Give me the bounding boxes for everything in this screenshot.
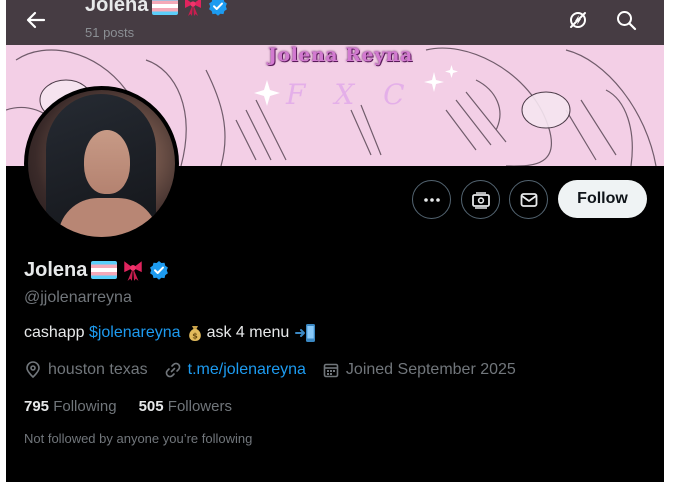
followers-count: 505: [138, 398, 164, 415]
profile-handle: @jjolenarreyna: [24, 289, 132, 306]
search-button[interactable]: [610, 4, 642, 36]
joined-text: Joined September 2025: [345, 361, 516, 378]
following-count: 795: [24, 398, 50, 415]
website-link[interactable]: t.me/jolenareyna: [188, 361, 306, 379]
bio-text-prefix: cashapp: [24, 324, 89, 341]
avatar[interactable]: [24, 86, 179, 241]
trans-flag-icon: [91, 261, 118, 279]
ribbon-icon: [124, 261, 143, 281]
follow-counts: 795 Following 505 Followers: [24, 398, 232, 415]
profile-name-row: Jolena: [24, 258, 169, 282]
joined-item: Joined September 2025: [322, 361, 516, 379]
notifications-button[interactable]: [562, 4, 594, 36]
header-name: Jolena: [85, 0, 149, 16]
not-followed-note: Not followed by anyone you’re following: [24, 431, 253, 446]
more-button[interactable]: [412, 180, 451, 219]
bio-text-suffix: ask 4 menu: [206, 324, 290, 341]
profile-frame: Jolena Reyna F X C Jolena 51 posts Follo…: [6, 0, 664, 482]
verified-badge-icon: [209, 0, 228, 16]
search-icon: [617, 11, 637, 31]
follow-button[interactable]: Follow: [558, 180, 647, 218]
more-icon: [423, 197, 440, 202]
verified-badge-icon[interactable]: [149, 260, 169, 280]
following-link[interactable]: 795 Following: [24, 398, 117, 415]
profile-meta: houston texas t.me/jolenareyna Joined Se…: [24, 361, 532, 379]
bio-cashtag-link[interactable]: $jolenareyna: [89, 324, 181, 342]
avatar-face: [84, 130, 130, 194]
back-arrow-icon: [26, 11, 46, 29]
following-label: Following: [53, 398, 117, 415]
header-post-count: 51 posts: [85, 25, 135, 40]
trans-flag-icon: [152, 0, 179, 15]
message-button[interactable]: [509, 180, 548, 219]
no-notifications-icon: [570, 12, 586, 28]
calendar-icon: [323, 363, 339, 378]
ribbon-icon: [185, 0, 202, 16]
followers-link[interactable]: 505 Followers: [139, 398, 232, 415]
location-item: houston texas: [24, 361, 148, 379]
header-name-row: Jolena: [85, 0, 228, 17]
website-item[interactable]: t.me/jolenareyna: [164, 361, 306, 379]
svg-text:$: $: [192, 332, 198, 341]
display-name: Jolena: [24, 258, 88, 281]
followers-label: Followers: [167, 398, 232, 415]
money-icon: [471, 191, 490, 209]
mail-icon: [520, 192, 537, 207]
tip-button[interactable]: [461, 180, 500, 219]
banner-subtitle: F X C: [286, 78, 415, 111]
phone-arrow-icon: [295, 324, 316, 342]
link-icon: [165, 362, 180, 378]
location-text: houston texas: [48, 361, 148, 378]
money-bag-icon: $: [188, 326, 201, 341]
banner-title: Jolena Reyna: [268, 44, 413, 66]
top-bar: Jolena 51 posts: [6, 0, 664, 45]
back-button[interactable]: [20, 4, 52, 36]
location-icon: [26, 361, 40, 379]
profile-bio: cashapp $jolenareyna $ ask 4 menu: [24, 323, 317, 343]
